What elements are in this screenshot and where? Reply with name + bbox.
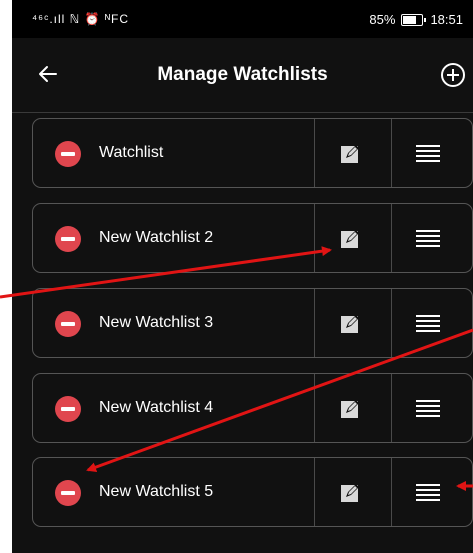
drag-handle-icon[interactable] [416, 145, 440, 163]
divider [314, 289, 315, 357]
watchlist-row: New Watchlist 2 [32, 203, 473, 273]
remove-watchlist-button[interactable] [55, 141, 81, 167]
edit-icon[interactable] [340, 228, 362, 250]
divider [391, 204, 392, 272]
divider [391, 119, 392, 187]
remove-watchlist-button[interactable] [55, 311, 81, 337]
watchlist-row: New Watchlist 4 [32, 373, 473, 443]
edit-icon[interactable] [340, 143, 362, 165]
page-title: Manage Watchlists [157, 64, 328, 85]
edit-icon[interactable] [340, 398, 362, 420]
edit-icon[interactable] [340, 313, 362, 335]
watchlist-name: New Watchlist 4 [99, 399, 214, 416]
divider [314, 204, 315, 272]
app-header: Manage Watchlists [12, 38, 473, 113]
status-bar: ⁴⁶ᶜ.ıll ℕ ⏰ ᴺFC 85% 18:51 [12, 0, 473, 38]
drag-handle-icon[interactable] [416, 230, 440, 248]
battery-icon [401, 13, 427, 26]
status-right: 85% 18:51 [369, 12, 463, 27]
divider [391, 374, 392, 442]
clock: 18:51 [430, 12, 463, 27]
drag-handle-icon[interactable] [416, 484, 440, 502]
phone-screen: ⁴⁶ᶜ.ıll ℕ ⏰ ᴺFC 85% 18:51 Manage Watchli… [12, 0, 473, 553]
divider [391, 458, 392, 526]
divider [391, 289, 392, 357]
watchlist-row: New Watchlist 3 [32, 288, 473, 358]
watchlist-row: Watchlist [32, 118, 473, 188]
divider [314, 119, 315, 187]
watchlist-row: New Watchlist 5 [32, 457, 473, 527]
watchlist-name: New Watchlist 3 [99, 314, 214, 331]
remove-watchlist-button[interactable] [55, 396, 81, 422]
watchlist-name: New Watchlist 5 [99, 483, 214, 500]
divider [314, 458, 315, 526]
remove-watchlist-button[interactable] [55, 480, 81, 506]
drag-handle-icon[interactable] [416, 400, 440, 418]
battery-percent: 85% [369, 12, 396, 27]
divider [314, 374, 315, 442]
remove-watchlist-button[interactable] [55, 226, 81, 252]
add-watchlist-icon[interactable] [439, 61, 467, 89]
drag-handle-icon[interactable] [416, 315, 440, 333]
watchlist-name: New Watchlist 2 [99, 229, 214, 246]
watchlist-name: Watchlist [99, 144, 164, 161]
status-icons: ⁴⁶ᶜ.ıll ℕ ⏰ ᴺFC [32, 12, 130, 26]
edit-icon[interactable] [340, 482, 362, 504]
